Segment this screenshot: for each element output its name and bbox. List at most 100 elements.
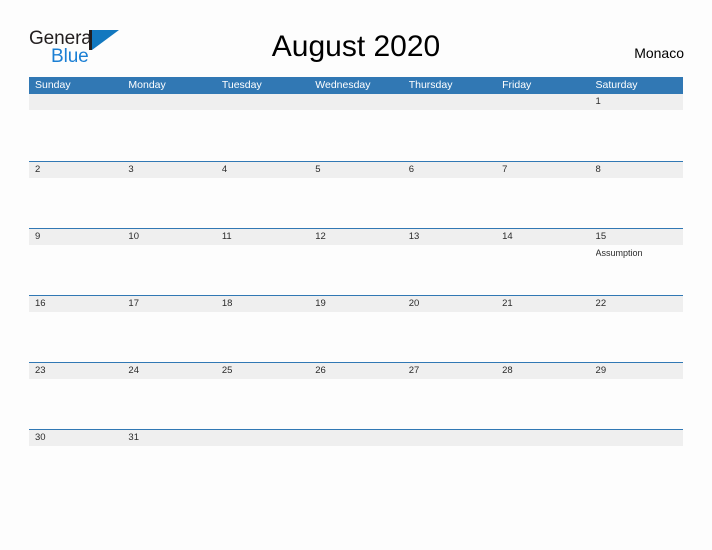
day-cell[interactable] bbox=[590, 178, 683, 227]
day-number-empty bbox=[216, 94, 309, 110]
day-cell[interactable] bbox=[309, 312, 402, 361]
day-cell[interactable] bbox=[216, 446, 309, 495]
day-number[interactable]: 18 bbox=[216, 296, 309, 312]
calendar-weeks: 1 2 3 4 5 6 7 8 9 10 11 12 13 14 15 Assumption 16 17 18 19 2… bbox=[29, 94, 683, 496]
day-events-strip bbox=[29, 379, 683, 428]
day-number[interactable]: 7 bbox=[496, 162, 589, 178]
week-row: 16 17 18 19 20 21 22 bbox=[29, 295, 683, 362]
day-cell[interactable] bbox=[309, 446, 402, 495]
weekday-monday: Monday bbox=[128, 79, 166, 91]
day-number[interactable]: 13 bbox=[403, 229, 496, 245]
day-cell[interactable] bbox=[122, 178, 215, 227]
day-number-strip: 23 24 25 26 27 28 29 bbox=[29, 363, 683, 379]
day-cell[interactable] bbox=[496, 379, 589, 428]
day-number[interactable]: 14 bbox=[496, 229, 589, 245]
day-cell[interactable] bbox=[122, 110, 215, 159]
day-number[interactable]: 28 bbox=[496, 363, 589, 379]
day-cell[interactable] bbox=[590, 379, 683, 428]
day-events-strip bbox=[29, 446, 683, 495]
day-number[interactable]: 20 bbox=[403, 296, 496, 312]
day-cell[interactable] bbox=[403, 178, 496, 227]
day-number[interactable]: 26 bbox=[309, 363, 402, 379]
day-cell[interactable] bbox=[496, 110, 589, 159]
day-cell[interactable] bbox=[122, 312, 215, 361]
day-cell[interactable] bbox=[403, 312, 496, 361]
day-events-strip bbox=[29, 178, 683, 227]
day-cell[interactable] bbox=[496, 312, 589, 361]
day-number[interactable]: 10 bbox=[122, 229, 215, 245]
day-events-strip bbox=[29, 312, 683, 361]
day-cell[interactable] bbox=[216, 312, 309, 361]
day-number[interactable]: 2 bbox=[29, 162, 122, 178]
day-cell[interactable] bbox=[309, 379, 402, 428]
day-number[interactable]: 17 bbox=[122, 296, 215, 312]
day-number[interactable]: 31 bbox=[122, 430, 215, 446]
day-cell[interactable] bbox=[29, 446, 122, 495]
day-number[interactable]: 11 bbox=[216, 229, 309, 245]
week-row: 9 10 11 12 13 14 15 Assumption bbox=[29, 228, 683, 295]
day-number[interactable]: 5 bbox=[309, 162, 402, 178]
day-cell[interactable] bbox=[216, 178, 309, 227]
day-cell[interactable] bbox=[309, 245, 402, 294]
weekday-thursday: Thursday bbox=[408, 79, 453, 91]
day-cell[interactable] bbox=[29, 178, 122, 227]
weekday-header-row: Sunday Monday Tuesday Wednesday Thursday… bbox=[29, 77, 683, 94]
day-number[interactable]: 9 bbox=[29, 229, 122, 245]
week-row: 30 31 bbox=[29, 429, 683, 496]
day-cell[interactable] bbox=[29, 110, 122, 159]
day-number[interactable]: 22 bbox=[590, 296, 683, 312]
day-number-empty bbox=[496, 430, 589, 446]
day-number-empty bbox=[122, 94, 215, 110]
day-cell[interactable] bbox=[590, 446, 683, 495]
day-cell[interactable] bbox=[122, 245, 215, 294]
day-cell[interactable] bbox=[590, 110, 683, 159]
day-number[interactable]: 15 bbox=[590, 229, 683, 245]
day-events-strip bbox=[29, 110, 683, 159]
day-events-strip: Assumption bbox=[29, 245, 683, 294]
day-cell[interactable] bbox=[29, 245, 122, 294]
day-number[interactable]: 23 bbox=[29, 363, 122, 379]
day-cell[interactable] bbox=[403, 110, 496, 159]
day-number[interactable]: 12 bbox=[309, 229, 402, 245]
day-number-empty bbox=[590, 430, 683, 446]
day-cell[interactable] bbox=[309, 110, 402, 159]
day-number[interactable]: 16 bbox=[29, 296, 122, 312]
day-number[interactable]: 25 bbox=[216, 363, 309, 379]
day-cell[interactable] bbox=[403, 446, 496, 495]
day-cell[interactable] bbox=[496, 446, 589, 495]
day-number-empty bbox=[496, 94, 589, 110]
region-label: Monaco bbox=[634, 45, 684, 61]
day-number[interactable]: 8 bbox=[590, 162, 683, 178]
day-cell[interactable] bbox=[29, 379, 122, 428]
day-cell[interactable] bbox=[403, 379, 496, 428]
day-number-strip: 16 17 18 19 20 21 22 bbox=[29, 296, 683, 312]
day-cell[interactable] bbox=[590, 312, 683, 361]
day-cell[interactable] bbox=[216, 110, 309, 159]
weekday-tuesday: Tuesday bbox=[221, 79, 262, 91]
day-cell[interactable] bbox=[496, 245, 589, 294]
day-number-strip: 9 10 11 12 13 14 15 bbox=[29, 229, 683, 245]
day-number[interactable]: 19 bbox=[309, 296, 402, 312]
day-cell[interactable] bbox=[122, 379, 215, 428]
day-number[interactable]: 30 bbox=[29, 430, 122, 446]
day-number[interactable]: 27 bbox=[403, 363, 496, 379]
day-number[interactable]: 24 bbox=[122, 363, 215, 379]
day-cell[interactable] bbox=[216, 245, 309, 294]
day-cell[interactable] bbox=[122, 446, 215, 495]
holiday-label: Assumption bbox=[595, 248, 643, 258]
day-number[interactable]: 4 bbox=[216, 162, 309, 178]
day-number[interactable]: 29 bbox=[590, 363, 683, 379]
day-number-strip: 30 31 bbox=[29, 430, 683, 446]
day-number[interactable]: 1 bbox=[590, 94, 683, 110]
day-cell[interactable] bbox=[216, 379, 309, 428]
day-number[interactable]: 3 bbox=[122, 162, 215, 178]
day-cell[interactable] bbox=[309, 178, 402, 227]
day-number[interactable]: 21 bbox=[496, 296, 589, 312]
page-header: General Blue August 2020 Monaco bbox=[0, 0, 712, 67]
day-cell[interactable] bbox=[29, 312, 122, 361]
day-number[interactable]: 6 bbox=[403, 162, 496, 178]
day-cell[interactable] bbox=[403, 245, 496, 294]
day-cell[interactable]: Assumption bbox=[590, 245, 683, 294]
day-cell[interactable] bbox=[496, 178, 589, 227]
weekday-sunday: Sunday bbox=[35, 79, 71, 91]
